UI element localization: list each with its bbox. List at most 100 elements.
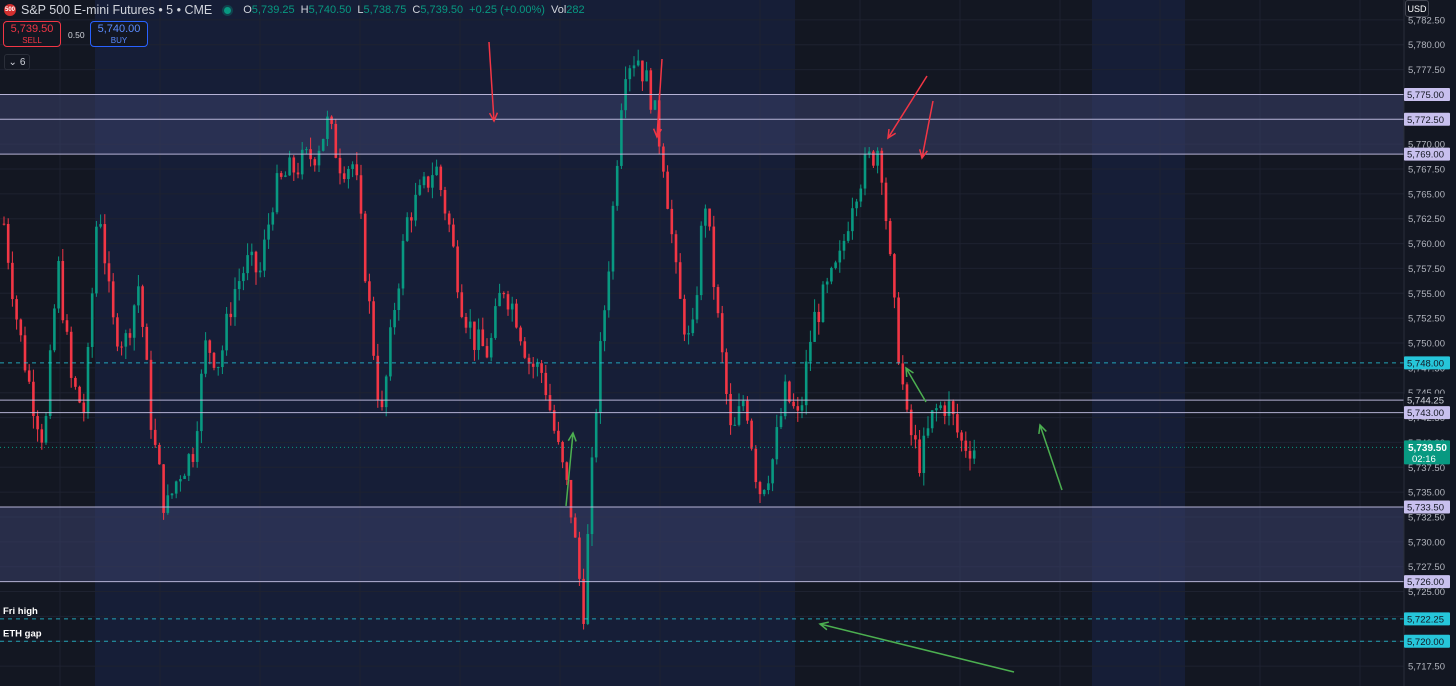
candle-body (275, 173, 279, 213)
candle-body (754, 448, 758, 483)
candle-body (670, 208, 674, 235)
candle-body (590, 457, 594, 535)
y-tick-label: 5,717.50 (1408, 662, 1445, 673)
candle-body (288, 157, 291, 176)
candle-body (61, 260, 65, 321)
candle-body (363, 213, 367, 282)
candle-body (162, 464, 165, 513)
candle-body (842, 240, 846, 251)
candle-body (15, 299, 18, 320)
candle-body (305, 149, 308, 151)
level-tag-label: 5,748.00 (1407, 358, 1444, 369)
zone-band (0, 507, 1404, 582)
candle-body (720, 313, 724, 353)
candle-body (405, 217, 409, 241)
candle-body (456, 246, 459, 293)
green-arrow (905, 367, 927, 403)
candle-body (762, 490, 766, 495)
candle-body (464, 316, 468, 328)
candle-body (32, 381, 35, 417)
candle-body (485, 346, 489, 358)
candle-body (292, 157, 296, 173)
candle-body (515, 303, 518, 328)
candle-body (800, 405, 804, 411)
ohlc-high: H5,740.50 (300, 4, 352, 16)
level-tag-label: 5,726.00 (1407, 577, 1444, 588)
price-chart[interactable]: Fri highETH gap 5,717.505,720.005,722.50… (0, 0, 1456, 686)
candle-body (687, 333, 690, 335)
candle-body (23, 335, 27, 371)
level-tag-label: 5,744.25 (1407, 396, 1444, 407)
ohlc-change: +0.25 (+0.00%) (469, 4, 545, 16)
ohlc-open: O5,739.25 (243, 4, 295, 16)
candle-body (817, 311, 821, 323)
symbol-title[interactable]: S&P 500 E-mini Futures • 5 • CME (21, 3, 212, 17)
y-tick-label: 5,750.00 (1408, 339, 1445, 350)
candle-body (565, 462, 569, 480)
level-tag-label: 5,772.50 (1407, 115, 1444, 126)
candle-body (645, 70, 648, 82)
level-tag-label: 5,720.00 (1407, 637, 1444, 648)
candle-body (712, 226, 716, 288)
level-tag-label: 5,733.50 (1407, 503, 1444, 514)
candle-body (431, 175, 434, 188)
candle-body (443, 190, 447, 214)
candle-body (603, 310, 606, 342)
ohlc-close: C5,739.50 (412, 4, 464, 16)
zone-band (0, 94, 1404, 155)
level-tag-label: 5,775.00 (1407, 90, 1444, 101)
candle-body (838, 250, 842, 263)
candle-body (569, 479, 573, 518)
candle-body (204, 340, 207, 374)
candle-body (380, 399, 384, 408)
candle-body (972, 450, 976, 459)
sell-button[interactable]: 5,739.50 SELL (3, 21, 61, 47)
candle-body (939, 405, 942, 409)
candle-body (132, 305, 136, 338)
green-arrow (819, 623, 1015, 673)
currency-selector[interactable]: USD (1405, 0, 1429, 17)
y-tick-label: 5,780.00 (1408, 40, 1445, 51)
candle-body (830, 267, 833, 282)
candle-body (855, 201, 858, 209)
candle-body (792, 401, 795, 407)
candle-body (212, 352, 216, 368)
candle-body (284, 175, 287, 177)
candle-body (317, 150, 321, 166)
symbol-logo: 500 (4, 4, 16, 16)
candle-body (859, 188, 863, 202)
candle-body (481, 329, 485, 347)
candle-body (611, 205, 615, 272)
candle-body (918, 439, 921, 474)
candle-body (636, 60, 640, 66)
candle-body (2, 223, 6, 225)
candle-body (347, 168, 350, 180)
candle-body (44, 416, 48, 443)
candle-body (620, 110, 623, 166)
candle-body (334, 123, 338, 158)
candle-body (69, 331, 73, 378)
candle-body (741, 400, 745, 407)
candle-body (267, 224, 270, 240)
candle-body (124, 333, 128, 347)
candle-body (384, 376, 388, 408)
candle-body (809, 341, 812, 362)
candle-body (149, 359, 153, 430)
candle-body (943, 405, 947, 416)
price-axis[interactable]: 5,717.505,720.005,722.505,725.005,727.50… (1403, 0, 1456, 686)
candle-body (536, 363, 539, 367)
level-tag-label: 5,743.00 (1407, 408, 1444, 419)
level-annotation-label: Fri high (3, 606, 38, 617)
buy-button[interactable]: 5,740.00 BUY (90, 21, 148, 47)
candle-body (355, 164, 359, 176)
candle-body (796, 406, 800, 411)
candle-body (342, 173, 346, 180)
candle-body (489, 337, 493, 358)
indicators-toggle-button[interactable]: ⌄ 6 (4, 54, 30, 70)
candle-body (300, 149, 304, 175)
candle-body (225, 313, 228, 351)
candle-body (53, 308, 56, 351)
candle-body (494, 306, 497, 338)
candle-body (540, 363, 543, 373)
candle-body (389, 327, 392, 377)
